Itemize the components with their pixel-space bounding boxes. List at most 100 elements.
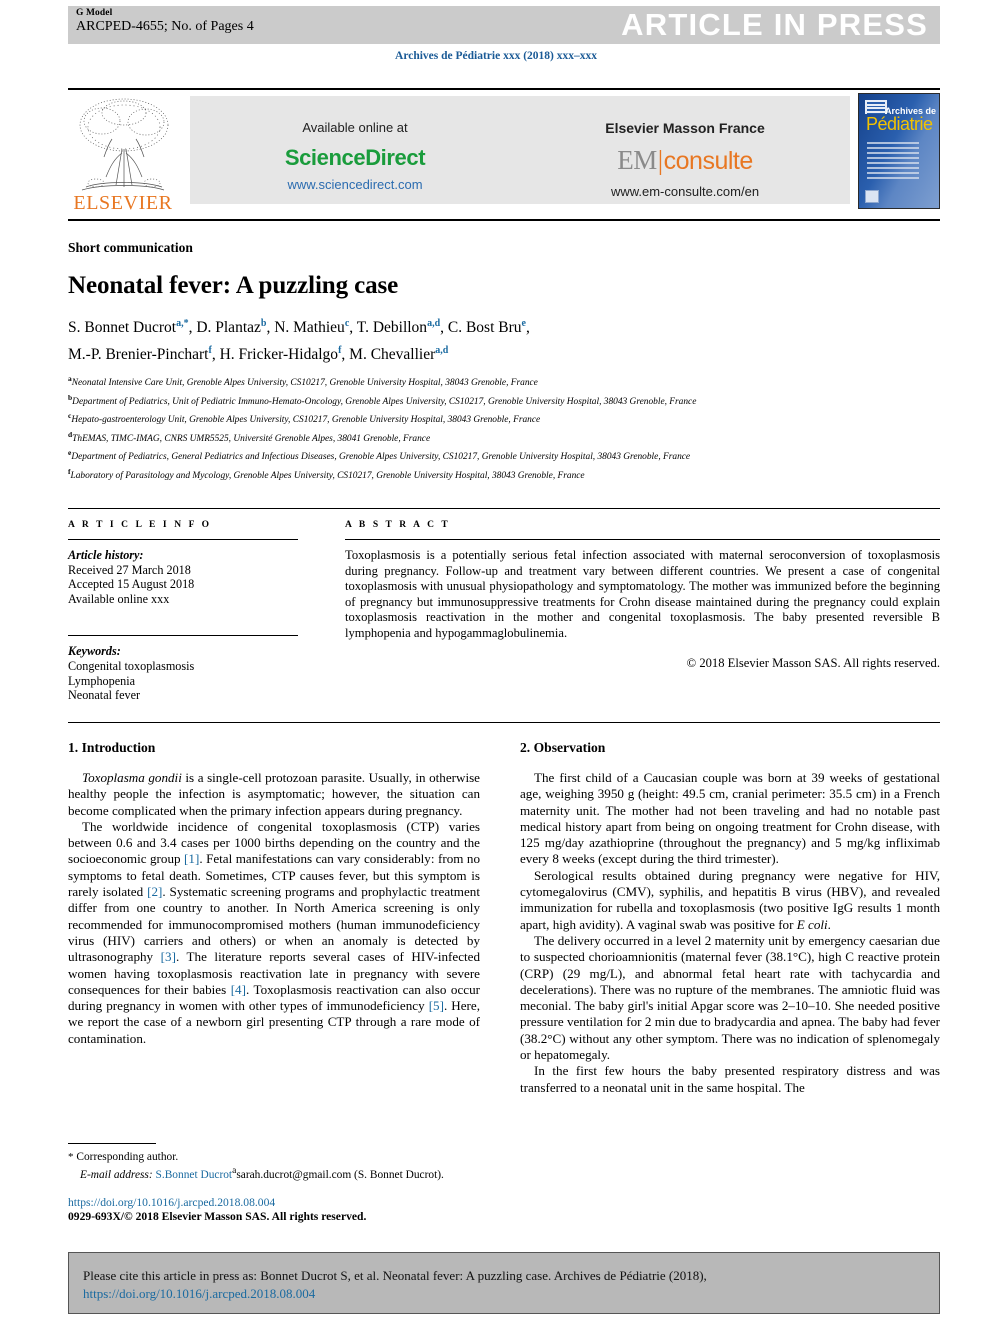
abstract-heading: A B S T R A C T <box>345 520 451 530</box>
citation-reference[interactable]: [5] <box>429 998 444 1013</box>
article-info-divider <box>68 539 298 540</box>
author-name: M.-P. Brenier-Pinchartf <box>68 345 212 364</box>
cover-title-pediatrie: Pédiatrie <box>866 114 933 134</box>
affiliation-item: dThEMAS, TIMC-IMAG, CNRS UMR5525, Univer… <box>68 429 431 444</box>
emconsulte-brand: EM|consulte <box>520 145 850 176</box>
corresponding-author-marker: * <box>68 1151 74 1163</box>
author-line-1: S. Bonnet Ducrota,*, D. Plantazb, N. Mat… <box>68 318 530 337</box>
keywords-block: Keywords: Congenital toxoplasmosis Lympho… <box>68 644 298 702</box>
article-type-label: Short communication <box>68 240 193 255</box>
keywords-items: Congenital toxoplasmosis Lymphopenia Neona… <box>68 659 298 703</box>
manuscript-id-label: ARCPED-4655; No. of Pages 4 <box>76 19 254 34</box>
keyword-item: Congenital toxoplasmosis <box>68 658 195 673</box>
elsevier-tree-icon <box>79 98 169 191</box>
g-model-label: G Model <box>76 8 113 18</box>
abstract-text: Toxoplasmosis is a potentially serious f… <box>345 548 940 640</box>
emconsulte-brand-prefix: EM <box>617 145 657 175</box>
affiliation-item: aNeonatal Intensive Care Unit, Grenoble … <box>68 374 538 389</box>
article-in-press-text: ARTICLE IN PRESS <box>621 7 928 42</box>
affiliation-marker: a <box>68 374 72 383</box>
affiliation-list: aNeonatal Intensive Care Unit, Grenoble … <box>68 372 940 483</box>
body-column-right: 2. Observation The first child of a Cauc… <box>520 740 940 1096</box>
sciencedirect-panel: Available online at ScienceDirect www.sc… <box>190 96 520 204</box>
author-name: C. Bost Brue <box>447 318 526 337</box>
footnote-block: * Corresponding author. E-mail address: … <box>68 1150 488 1183</box>
abstract-copyright: © 2018 Elsevier Masson SAS. All rights r… <box>686 655 940 670</box>
affiliation-marker: f <box>68 466 71 476</box>
author-affiliation-marker: c <box>344 318 350 329</box>
cite-doi-link[interactable]: https://doi.org/10.1016/j.arcped.2018.08… <box>83 1286 315 1301</box>
cover-publisher-mark <box>865 190 879 203</box>
masthead: ELSEVIER Available online at ScienceDire… <box>68 93 940 215</box>
keywords-label: Keywords: <box>68 644 121 659</box>
masthead-rule-bottom <box>68 219 940 221</box>
keyword-item: Neonatal fever <box>68 688 141 703</box>
abstract-rule-top <box>68 508 940 509</box>
author-name: N. Mathieuc <box>274 318 350 337</box>
emconsulte-url[interactable]: www.em-consulte.com/en <box>520 184 850 199</box>
author-affiliation-marker: a,d <box>435 345 449 357</box>
sciencedirect-url[interactable]: www.sciencedirect.com <box>190 177 520 192</box>
affiliation-item: bDepartment of Pediatrics, Unit of Pedia… <box>68 392 697 407</box>
elsevier-wordmark: ELSEVIER <box>73 192 173 214</box>
article-in-press-banner: G Model ARCPED-4655; No. of Pages 4 ARTI… <box>68 6 940 44</box>
affiliation-item: eDepartment of Pediatrics, General Pedia… <box>68 448 691 463</box>
article-history-items: Received 27 March 2018 Accepted 15 August… <box>68 563 298 607</box>
article-history-item: Received 27 March 2018 <box>68 562 191 577</box>
cite-this-article-text: Please cite this article in press as: Bo… <box>83 1267 928 1303</box>
email-address-rest: sarah.ducrot@gmail.com (S. Bonnet Ducrot… <box>236 1169 444 1182</box>
doi-link[interactable]: https://doi.org/10.1016/j.arcped.2018.08… <box>68 1196 275 1209</box>
author-list: S. Bonnet Ducrota,*, D. Plantazb, N. Mat… <box>68 312 928 366</box>
elsevier-logo: ELSEVIER <box>68 93 178 215</box>
section-observation-paragraphs: The first child of a Caucasian couple wa… <box>520 770 940 1096</box>
author-affiliation-marker: a,* <box>176 318 189 329</box>
citation-reference[interactable]: [3] <box>161 949 176 964</box>
body-paragraph: The first child of a Caucasian couple wa… <box>520 770 940 867</box>
citation-reference[interactable]: [2] <box>147 884 162 899</box>
email-address-link[interactable]: S.Bonnet Ducrot <box>156 1169 233 1181</box>
journal-reference-line: Archives de Pédiatrie xxx (2018) xxx–xxx <box>395 50 597 62</box>
affiliation-marker: d <box>68 429 73 439</box>
keyword-item: Lymphopenia <box>68 673 136 688</box>
available-online-label: Available online at <box>302 120 408 135</box>
affiliation-item: cHepato-gastroenterology Unit, Grenoble … <box>68 411 541 426</box>
author-affiliation-marker: f <box>338 345 342 357</box>
elsevier-masson-france-label: Elsevier Masson France <box>605 120 765 136</box>
abstract-column: A B S T R A C T Toxoplasmosis is a poten… <box>345 520 940 671</box>
body-column-left: 1. Introduction Toxoplasma gondii is a s… <box>68 740 480 1047</box>
journal-cover-thumbnail: Archives de Pédiatrie <box>858 93 940 209</box>
author-name: T. Debillona,d <box>356 318 441 337</box>
body-paragraph: Toxoplasma gondii is a single-cell proto… <box>68 770 480 818</box>
citation-reference[interactable]: [4] <box>231 982 246 997</box>
abstract-divider <box>345 539 940 540</box>
author-name: D. Plantazb <box>196 318 267 337</box>
section-introduction-paragraphs: Toxoplasma gondii is a single-cell proto… <box>68 770 480 1047</box>
footnote-rule <box>68 1143 156 1144</box>
body-paragraph: The delivery occurred in a level 2 mater… <box>520 932 940 1063</box>
issn-copyright-line: 0929-693X/© 2018 Elsevier Masson SAS. Al… <box>68 1210 367 1223</box>
sciencedirect-brand: ScienceDirect <box>284 145 426 170</box>
corresponding-author-note: * Corresponding author. <box>68 1150 488 1164</box>
affiliation-marker: b <box>68 392 73 402</box>
author-line-2: M.-P. Brenier-Pinchartf, H. Fricker-Hida… <box>68 345 449 364</box>
article-info-column: A R T I C L E I N F O Article history: R… <box>68 520 298 703</box>
cite-this-article-box: Please cite this article in press as: Bo… <box>68 1252 940 1314</box>
keywords-divider <box>68 635 298 637</box>
article-history-label: Article history: <box>68 548 144 562</box>
article-info-heading: A R T I C L E I N F O <box>68 520 212 530</box>
author-affiliation-marker: a,d <box>427 318 441 329</box>
body-paragraph: The worldwide incidence of congenital to… <box>68 818 481 1046</box>
species-name: Toxoplasma gondii <box>82 770 182 785</box>
author-name: S. Bonnet Ducrota,* <box>68 318 189 337</box>
cover-toc-lines <box>867 142 919 182</box>
article-info-spacer <box>68 606 298 626</box>
corresponding-author-label: Corresponding author. <box>76 1151 179 1163</box>
citation-reference[interactable]: [1] <box>184 851 199 866</box>
article-history-item: Available online xxx <box>68 591 170 606</box>
affiliation-item: fLaboratory of Parasitology and Mycology… <box>68 466 585 481</box>
body-paragraph: Serological results obtained during preg… <box>520 867 940 932</box>
section-heading-introduction: 1. Introduction <box>68 740 156 755</box>
cover-masthead-block <box>865 100 887 114</box>
masthead-rule-top <box>68 88 940 90</box>
emconsulte-brand-suffix: consulte <box>663 147 754 175</box>
